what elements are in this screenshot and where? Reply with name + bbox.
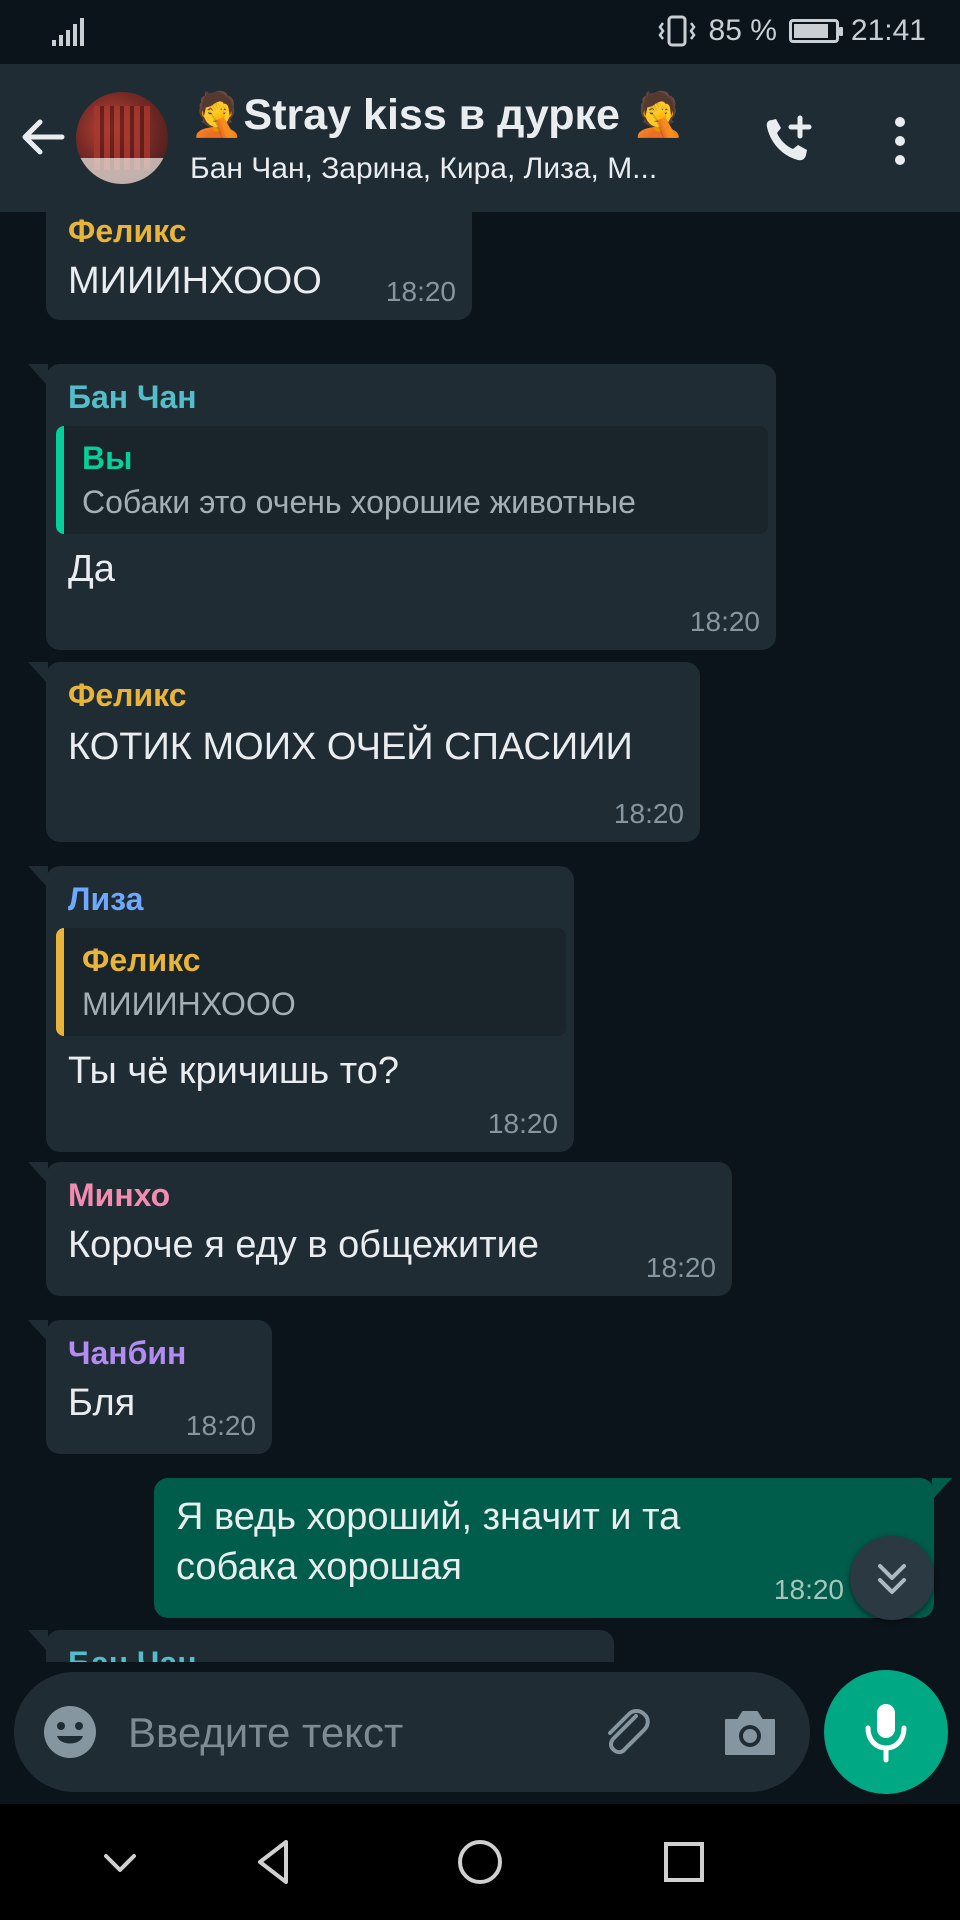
microphone-icon xyxy=(865,1704,907,1763)
back-triangle-icon[interactable] xyxy=(246,1834,302,1890)
compose-field-container xyxy=(14,1672,810,1792)
clock: 21:41 xyxy=(850,14,926,47)
battery-percent: 85 % xyxy=(708,14,777,47)
vibrate-icon xyxy=(657,15,696,47)
battery-fill xyxy=(793,24,828,38)
group-members[interactable]: Бан Чан, Зарина, Кира, Лиза, М... xyxy=(190,152,730,186)
message-text: КОТИК МОИХ ОЧЕЙ СПАСИИИ xyxy=(68,726,633,768)
message-text: Да xyxy=(68,548,115,590)
message-text: Ты чё кричишь то? xyxy=(68,1050,399,1092)
chat-header: 🤦Stray kiss в дурке 🤦 Бан Чан, Зарина, К… xyxy=(0,64,960,212)
message-bubble[interactable]: Бан Чан Вы Собаки это очень хорошие живо… xyxy=(28,364,776,650)
message-sender: Феликс xyxy=(68,213,187,249)
outgoing-message-bubble[interactable]: Я ведь хороший, значит и та собака хорош… xyxy=(154,1478,952,1618)
message-bubble[interactable]: Минхо Короче я еду в общежитие 18:20 xyxy=(28,1162,732,1296)
message-time: 18:20 xyxy=(185,1410,256,1441)
emoji-icon[interactable] xyxy=(42,1704,98,1760)
message-text: Короче я еду в общежитие xyxy=(68,1224,539,1266)
quoted-text: МИИИНХООО xyxy=(82,986,296,1022)
quoted-sender: Вы xyxy=(82,440,133,476)
message-bubble[interactable]: Бан Чан xyxy=(28,1630,614,1662)
camera-icon[interactable] xyxy=(720,1704,780,1760)
quoted-text: Собаки это очень хорошие животные xyxy=(82,484,636,520)
group-avatar[interactable] xyxy=(76,92,168,184)
chevron-down-icon[interactable] xyxy=(92,1834,148,1890)
message-time: 18:20 xyxy=(613,798,684,829)
message-bubble[interactable]: Феликс КОТИК МОИХ ОЧЕЙ СПАСИИИ 18:20 xyxy=(28,662,700,842)
message-text-line-1: Я ведь хороший, значит и та xyxy=(176,1496,681,1538)
group-title[interactable]: 🤦Stray kiss в дурке 🤦 xyxy=(190,90,685,140)
status-bar: 85 % 21:41 xyxy=(0,0,960,64)
message-bubble[interactable]: Чанбин Бля 18:20 xyxy=(28,1320,272,1454)
message-time: 18:20 xyxy=(645,1252,716,1283)
more-options-icon[interactable] xyxy=(880,114,920,168)
message-bubble[interactable]: Лиза Феликс МИИИНХООО Ты чё кричишь то? … xyxy=(28,866,574,1152)
double-chevron-down-icon xyxy=(878,1564,906,1594)
quoted-sender: Феликс xyxy=(82,942,201,978)
message-sender: Бан Чан xyxy=(68,1642,594,1662)
compose-bar xyxy=(0,1662,960,1804)
message-list[interactable]: Феликс МИИИНХООО 18:20 Бан Чан Вы Собаки… xyxy=(0,212,960,1662)
message-bubble[interactable]: Феликс МИИИНХООО 18:20 xyxy=(46,212,472,320)
scroll-to-bottom-button[interactable] xyxy=(850,1536,934,1620)
system-nav-bar xyxy=(0,1804,960,1920)
voice-record-button[interactable] xyxy=(824,1670,948,1794)
quoted-message[interactable]: Вы Собаки это очень хорошие животные xyxy=(56,426,768,534)
message-time: 18:20 xyxy=(487,1108,558,1139)
message-sender: Лиза xyxy=(68,881,144,917)
add-call-icon[interactable] xyxy=(760,112,816,168)
paperclip-icon[interactable] xyxy=(596,1702,656,1762)
message-sender: Минхо xyxy=(68,1177,171,1213)
message-sender: Бан Чан xyxy=(68,379,197,415)
home-circle-icon[interactable] xyxy=(452,1834,508,1890)
quoted-message[interactable]: Феликс МИИИНХООО xyxy=(56,928,566,1036)
message-time: 18:20 xyxy=(773,1574,844,1605)
recents-square-icon[interactable] xyxy=(656,1834,712,1890)
message-input[interactable] xyxy=(126,1696,500,1770)
message-time: 18:20 xyxy=(385,276,456,307)
signal-icon xyxy=(52,18,84,46)
message-sender: Феликс xyxy=(68,677,187,713)
message-time: 18:20 xyxy=(689,606,760,637)
battery-icon xyxy=(788,19,843,43)
message-sender: Чанбин xyxy=(68,1335,187,1371)
back-arrow-icon[interactable] xyxy=(18,112,68,162)
